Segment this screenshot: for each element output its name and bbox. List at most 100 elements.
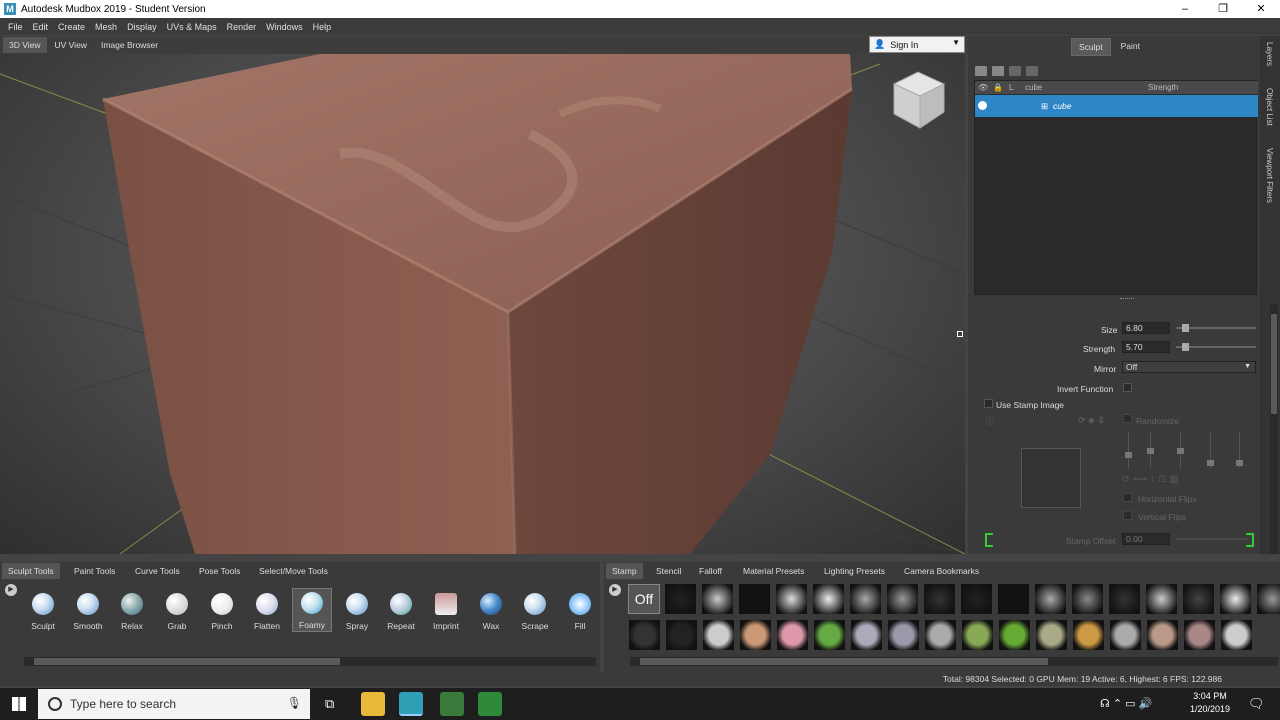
stamp-thumbnail-item[interactable] <box>1183 584 1214 614</box>
taskbar-clock[interactable]: 3:04 PM 1/20/2019 <box>1180 690 1240 716</box>
notifications-icon[interactable]: 🗨 <box>1248 696 1265 712</box>
taskbar-search-box[interactable]: Type here to search 🎙 <box>38 689 310 719</box>
mudbox-taskbar-icon[interactable] <box>399 692 423 716</box>
tab-select-move-tools[interactable]: Select/Move Tools <box>253 563 334 579</box>
stamp-thumbnail-item[interactable] <box>925 620 956 650</box>
close-button[interactable]: ✕ <box>1242 0 1280 18</box>
size-slider-handle[interactable] <box>1181 324 1189 332</box>
tool-smooth[interactable]: Smooth <box>66 590 110 632</box>
randomize-checkbox[interactable] <box>1123 414 1132 423</box>
camtasia-icon[interactable] <box>440 692 464 716</box>
layers-icon[interactable] <box>975 66 987 76</box>
eye-icon[interactable]: 👁 <box>978 83 988 92</box>
tray-left-arrow-icon[interactable]: ▶ <box>5 584 17 596</box>
sign-in-dropdown[interactable]: 👤 Sign In ▼ <box>869 36 965 53</box>
tool-spray[interactable]: Spray <box>335 590 379 632</box>
tab-3d-view[interactable]: 3D View <box>3 37 47 53</box>
view-cube[interactable] <box>890 68 948 130</box>
tool-fill[interactable]: Fill <box>558 590 602 632</box>
menu-mesh[interactable]: Mesh <box>90 22 122 32</box>
stamp-thumbnail-item[interactable] <box>851 620 882 650</box>
tab-curve-tools[interactable]: Curve Tools <box>129 563 186 579</box>
tab-stencil[interactable]: Stencil <box>650 563 688 579</box>
right-panel-scrollbar[interactable] <box>1270 304 1278 554</box>
stamp-thumbnail-item[interactable] <box>739 584 770 614</box>
stamp-thumbnail-item[interactable] <box>740 620 771 650</box>
stamp-thumbnail-item[interactable] <box>888 620 919 650</box>
stamp-thumbnail-item[interactable] <box>665 584 696 614</box>
tool-imprint[interactable]: Imprint <box>424 590 468 632</box>
invert-function-checkbox[interactable] <box>1123 383 1132 392</box>
task-view-icon[interactable]: ⧉ <box>325 696 334 712</box>
tab-paint-tools[interactable]: Paint Tools <box>68 563 121 579</box>
menu-render[interactable]: Render <box>222 22 262 32</box>
tool-flatten[interactable]: Flatten <box>245 590 289 632</box>
tool-repeat[interactable]: Repeat <box>379 590 423 632</box>
camtasia-recorder-icon[interactable] <box>478 692 502 716</box>
stamp-thumbnail-item[interactable] <box>850 584 881 614</box>
stamp-thumbnail-item[interactable] <box>1072 584 1103 614</box>
stamp-thumbnail-item[interactable] <box>924 584 955 614</box>
size-field[interactable]: 6.80 <box>1122 322 1170 334</box>
mirror-dropdown[interactable]: Off ▼ <box>1122 361 1256 373</box>
stamp-thumbnail-item[interactable] <box>998 584 1029 614</box>
tool-wax[interactable]: Wax <box>469 590 513 632</box>
tool-sculpt[interactable]: Sculpt <box>21 590 65 632</box>
tab-sculpt-tools[interactable]: Sculpt Tools <box>2 563 60 579</box>
stamp-thumbnail-item[interactable] <box>629 620 660 650</box>
menu-create[interactable]: Create <box>53 22 90 32</box>
stamp-offset-slider[interactable] <box>1176 538 1248 540</box>
menu-windows[interactable]: Windows <box>261 22 308 32</box>
side-tab-layers[interactable]: Layers <box>1265 42 1274 66</box>
menu-display[interactable]: Display <box>122 22 162 32</box>
tool-grab[interactable]: Grab <box>155 590 199 632</box>
stamp-thumbnail-item[interactable] <box>1257 584 1280 614</box>
file-explorer-icon[interactable] <box>361 692 385 716</box>
tab-falloff[interactable]: Falloff <box>693 563 728 579</box>
stamp-thumbnail-item[interactable] <box>1110 620 1141 650</box>
maximize-button[interactable]: ❐ <box>1204 0 1242 18</box>
folder-icon[interactable] <box>992 66 1004 76</box>
stamp-off-button[interactable]: Off <box>628 584 660 614</box>
tab-image-browser[interactable]: Image Browser <box>95 37 164 53</box>
strength-field[interactable]: 5.70 <box>1122 341 1170 353</box>
stamp-thumbnail-item[interactable] <box>1109 584 1140 614</box>
menu-file[interactable]: File <box>3 22 28 32</box>
horizontal-flips-checkbox[interactable] <box>1123 493 1132 502</box>
3d-viewport[interactable] <box>0 54 965 554</box>
stamp-thumbnail-item[interactable] <box>887 584 918 614</box>
menu-uvs-maps[interactable]: UVs & Maps <box>162 22 222 32</box>
windows-start-icon[interactable] <box>12 697 26 711</box>
minimize-button[interactable]: – <box>1166 0 1204 18</box>
tool-tray-scroll-thumb[interactable] <box>34 658 340 665</box>
stamp-thumbnail-item[interactable] <box>702 584 733 614</box>
side-tab-object-list[interactable]: Object List <box>1265 88 1274 126</box>
object-row-cube[interactable]: ⊞ cube <box>975 95 1258 117</box>
menu-edit[interactable]: Edit <box>28 22 54 32</box>
stamp-thumbnail-item[interactable] <box>1035 584 1066 614</box>
stamp-tray-arrow-icon[interactable]: ▶ <box>609 584 621 596</box>
use-stamp-image-checkbox[interactable] <box>984 399 993 408</box>
tab-uv-view[interactable]: UV View <box>49 37 93 53</box>
stamp-thumbnail-item[interactable] <box>962 620 993 650</box>
tray-icons[interactable]: ☊ ⌃ ▭ 🔊 <box>1100 697 1152 710</box>
camera-icon[interactable] <box>1026 66 1038 76</box>
stamp-offset-field[interactable]: 0.00 <box>1122 533 1170 545</box>
tool-pinch[interactable]: Pinch <box>200 590 244 632</box>
stamp-thumbnail-item[interactable] <box>1184 620 1215 650</box>
tab-camera-bookmarks[interactable]: Camera Bookmarks <box>898 563 985 579</box>
stamp-tray-scroll-thumb[interactable] <box>640 658 1048 665</box>
menu-help[interactable]: Help <box>308 22 337 32</box>
lock-icon[interactable]: 🔒 <box>993 83 1003 92</box>
microphone-icon[interactable]: 🎙 <box>287 696 302 710</box>
stamp-thumbnail-item[interactable] <box>1146 584 1177 614</box>
stamp-thumbnail[interactable] <box>1021 448 1081 508</box>
stamp-thumbnail-item[interactable] <box>776 584 807 614</box>
stamp-thumbnail-item[interactable] <box>1036 620 1067 650</box>
tool-foamy[interactable]: Foamy <box>292 588 332 632</box>
visibility-dot-icon[interactable] <box>978 101 987 110</box>
stamp-thumbnail-item[interactable] <box>777 620 808 650</box>
stamp-thumbnail-item[interactable] <box>1147 620 1178 650</box>
stamp-thumbnail-item[interactable] <box>813 584 844 614</box>
tab-sculpt[interactable]: Sculpt <box>1071 38 1111 56</box>
